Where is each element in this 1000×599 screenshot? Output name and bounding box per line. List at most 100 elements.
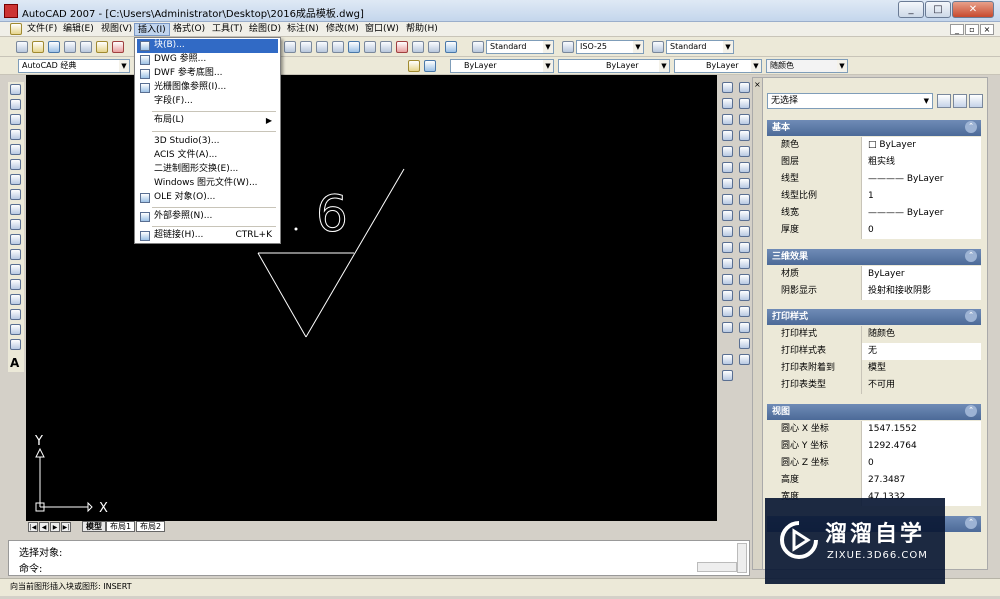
trim-icon[interactable] xyxy=(722,226,733,237)
quickcalc-icon[interactable] xyxy=(412,41,424,53)
break-icon[interactable] xyxy=(722,258,733,269)
prop-row[interactable]: 打印样式 随颜色 xyxy=(767,326,981,343)
menu-item-layout[interactable]: 布局(L) ▶ xyxy=(137,114,278,128)
command-hscrollbar[interactable] xyxy=(697,562,737,572)
collapse-icon[interactable]: ⌃ xyxy=(965,517,977,529)
menu-item-xref[interactable]: 外部参照(N)... xyxy=(137,210,278,224)
open-icon[interactable] xyxy=(32,41,44,53)
prop-row[interactable]: 颜色 □ ByLayer xyxy=(767,137,981,154)
polyline-icon[interactable] xyxy=(10,114,21,125)
erase-icon[interactable] xyxy=(722,82,733,93)
quick-leader-icon[interactable] xyxy=(739,258,750,269)
color-control-select[interactable]: ByLayer ▼ xyxy=(450,59,554,73)
prop-row[interactable]: 打印样式表无 xyxy=(767,343,981,360)
prop-row[interactable]: 材质 ByLayer xyxy=(767,266,981,283)
rotate-icon[interactable] xyxy=(722,178,733,189)
menu-edit[interactable]: 编辑(E) xyxy=(60,23,97,36)
design-center-icon[interactable] xyxy=(348,41,360,53)
quick-dim-icon[interactable] xyxy=(739,210,750,221)
close-icon[interactable]: × xyxy=(754,80,761,89)
menu-draw[interactable]: 绘图(D) xyxy=(246,23,284,36)
select-objects-icon[interactable] xyxy=(953,94,967,108)
prop-row[interactable]: 圆心 Y 坐标 1292.4764 xyxy=(767,438,981,455)
fillet-icon[interactable] xyxy=(722,306,733,317)
close-button[interactable]: ✕ xyxy=(952,1,994,18)
menu-item-wmf[interactable]: Windows 图元文件(W)... xyxy=(137,177,278,191)
tab-layout2[interactable]: 布局2 xyxy=(136,521,166,532)
stretch-icon[interactable] xyxy=(722,210,733,221)
prop-row[interactable]: 线宽 ———— ByLayer xyxy=(767,205,981,222)
app-menu-icon[interactable] xyxy=(10,23,22,35)
command-window[interactable]: 选择对象: 命令: xyxy=(8,540,750,576)
mirror-icon[interactable] xyxy=(722,114,733,125)
prop-row[interactable]: 线型比例 1 xyxy=(767,188,981,205)
menu-format[interactable]: 格式(O) xyxy=(170,23,208,36)
point-icon[interactable] xyxy=(10,279,21,290)
prop-row[interactable]: 打印表类型 不可用 xyxy=(767,377,981,394)
tolerance-icon[interactable] xyxy=(739,274,750,285)
workspace-select[interactable]: AutoCAD 经典 ▼ xyxy=(18,59,130,73)
circle-icon[interactable] xyxy=(10,174,21,185)
continue-icon[interactable] xyxy=(739,242,750,253)
draworder-back-icon[interactable] xyxy=(722,370,733,381)
angular-icon[interactable] xyxy=(739,194,750,205)
make-block-icon[interactable] xyxy=(10,264,21,275)
zoom-previous-icon[interactable] xyxy=(316,41,328,53)
polygon-icon[interactable] xyxy=(10,129,21,140)
dimtedit-icon[interactable] xyxy=(739,322,750,333)
ellipse-arc-icon[interactable] xyxy=(10,234,21,245)
collapse-icon[interactable]: ⌃ xyxy=(965,121,977,133)
restore-button[interactable]: □ xyxy=(925,1,951,18)
join-icon[interactable] xyxy=(722,274,733,285)
line-icon[interactable] xyxy=(10,84,21,95)
menu-item-hyperlink[interactable]: 超链接(H)... CTRL+K xyxy=(137,229,278,243)
ellipse-icon[interactable] xyxy=(10,219,21,230)
aligned-dim-icon[interactable] xyxy=(739,98,750,109)
command-scrollbar[interactable] xyxy=(737,543,747,573)
prop-row[interactable]: 圆心 Z 坐标 0 xyxy=(767,455,981,472)
menu-dimension[interactable]: 标注(N) xyxy=(284,23,322,36)
prop-row[interactable]: 打印表附着到 模型 xyxy=(767,360,981,377)
new-icon[interactable] xyxy=(16,41,28,53)
section-basic[interactable]: 基本 ⌃ xyxy=(767,120,981,136)
copy-icon[interactable] xyxy=(722,98,733,109)
text-style-select[interactable]: Standard ▼ xyxy=(486,40,554,54)
table-icon[interactable] xyxy=(10,339,21,350)
construction-line-icon[interactable] xyxy=(10,99,21,110)
table-style-select[interactable]: Standard ▼ xyxy=(666,40,734,54)
array-icon[interactable] xyxy=(722,146,733,157)
dim-style-select[interactable]: ISO-25 ▼ xyxy=(576,40,644,54)
explode-icon[interactable] xyxy=(722,322,733,333)
menu-insert[interactable]: 插入(I) xyxy=(134,23,170,36)
prev-tab-icon[interactable]: ◀ xyxy=(39,522,49,532)
prop-row[interactable]: 厚度 0 xyxy=(767,222,981,239)
rectangle-icon[interactable] xyxy=(10,144,21,155)
selection-select[interactable]: 无选择 ▼ xyxy=(767,93,933,109)
ordinate-icon[interactable] xyxy=(739,130,750,141)
linear-dim-icon[interactable] xyxy=(739,82,750,93)
plot-style-control-select[interactable]: 随颜色 ▼ xyxy=(766,59,848,73)
menu-item-field[interactable]: 字段(F)... xyxy=(137,95,278,109)
linetype-control-select[interactable]: ByLayer ▼ xyxy=(558,59,670,73)
offset-icon[interactable] xyxy=(722,130,733,141)
help-icon[interactable] xyxy=(445,41,457,53)
collapse-icon[interactable]: ⌃ xyxy=(965,405,977,417)
section-plot-style[interactable]: 打印样式 ⌃ xyxy=(767,309,981,325)
quick-select-icon[interactable] xyxy=(969,94,983,108)
layer-previous-icon[interactable] xyxy=(408,60,420,72)
chamfer-icon[interactable] xyxy=(722,290,733,301)
menu-item-block[interactable]: 块(B)... xyxy=(137,39,278,53)
prop-row[interactable]: 圆心 X 坐标 1547.1552 xyxy=(767,421,981,438)
minimize-button[interactable]: _ xyxy=(898,1,924,18)
menu-item-dwg-ref[interactable]: DWG 参照... xyxy=(137,53,278,67)
markup-icon[interactable] xyxy=(396,41,408,53)
baseline-icon[interactable] xyxy=(739,226,750,237)
menu-window[interactable]: 窗口(W) xyxy=(362,23,402,36)
publish-icon[interactable] xyxy=(96,41,108,53)
section-3d-effects[interactable]: 三维效果 ⌃ xyxy=(767,249,981,265)
draworder-icon[interactable] xyxy=(722,354,733,365)
revision-cloud-icon[interactable] xyxy=(10,189,21,200)
multiline-text-icon[interactable]: A xyxy=(10,356,19,370)
move-icon[interactable] xyxy=(722,162,733,173)
menu-item-dwf-underlay[interactable]: DWF 参考底图... xyxy=(137,67,278,81)
